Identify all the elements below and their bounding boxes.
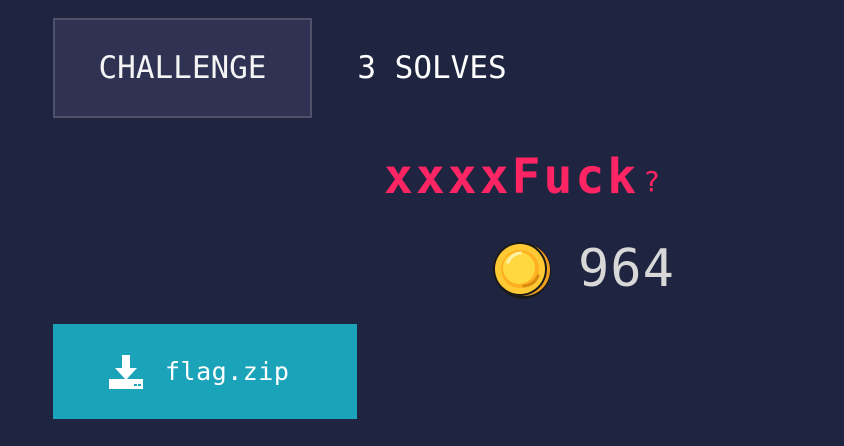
challenge-title-row: xxxxFuck ? bbox=[384, 150, 660, 204]
tab-solves[interactable]: 3 SOLVES bbox=[312, 18, 552, 118]
tab-solves-label: 3 SOLVES bbox=[357, 50, 507, 86]
challenge-points: 964 bbox=[490, 238, 675, 300]
coin-icon bbox=[490, 238, 552, 300]
download-icon bbox=[107, 353, 145, 391]
tab-challenge-label: CHALLENGE bbox=[98, 50, 267, 86]
tab-challenge[interactable]: CHALLENGE bbox=[53, 18, 312, 118]
challenge-title: xxxxFuck bbox=[384, 149, 640, 205]
download-file-button[interactable]: flag.zip bbox=[53, 324, 357, 419]
help-icon[interactable]: ? bbox=[643, 164, 660, 200]
download-file-name: flag.zip bbox=[165, 357, 290, 386]
points-value: 964 bbox=[578, 239, 675, 299]
